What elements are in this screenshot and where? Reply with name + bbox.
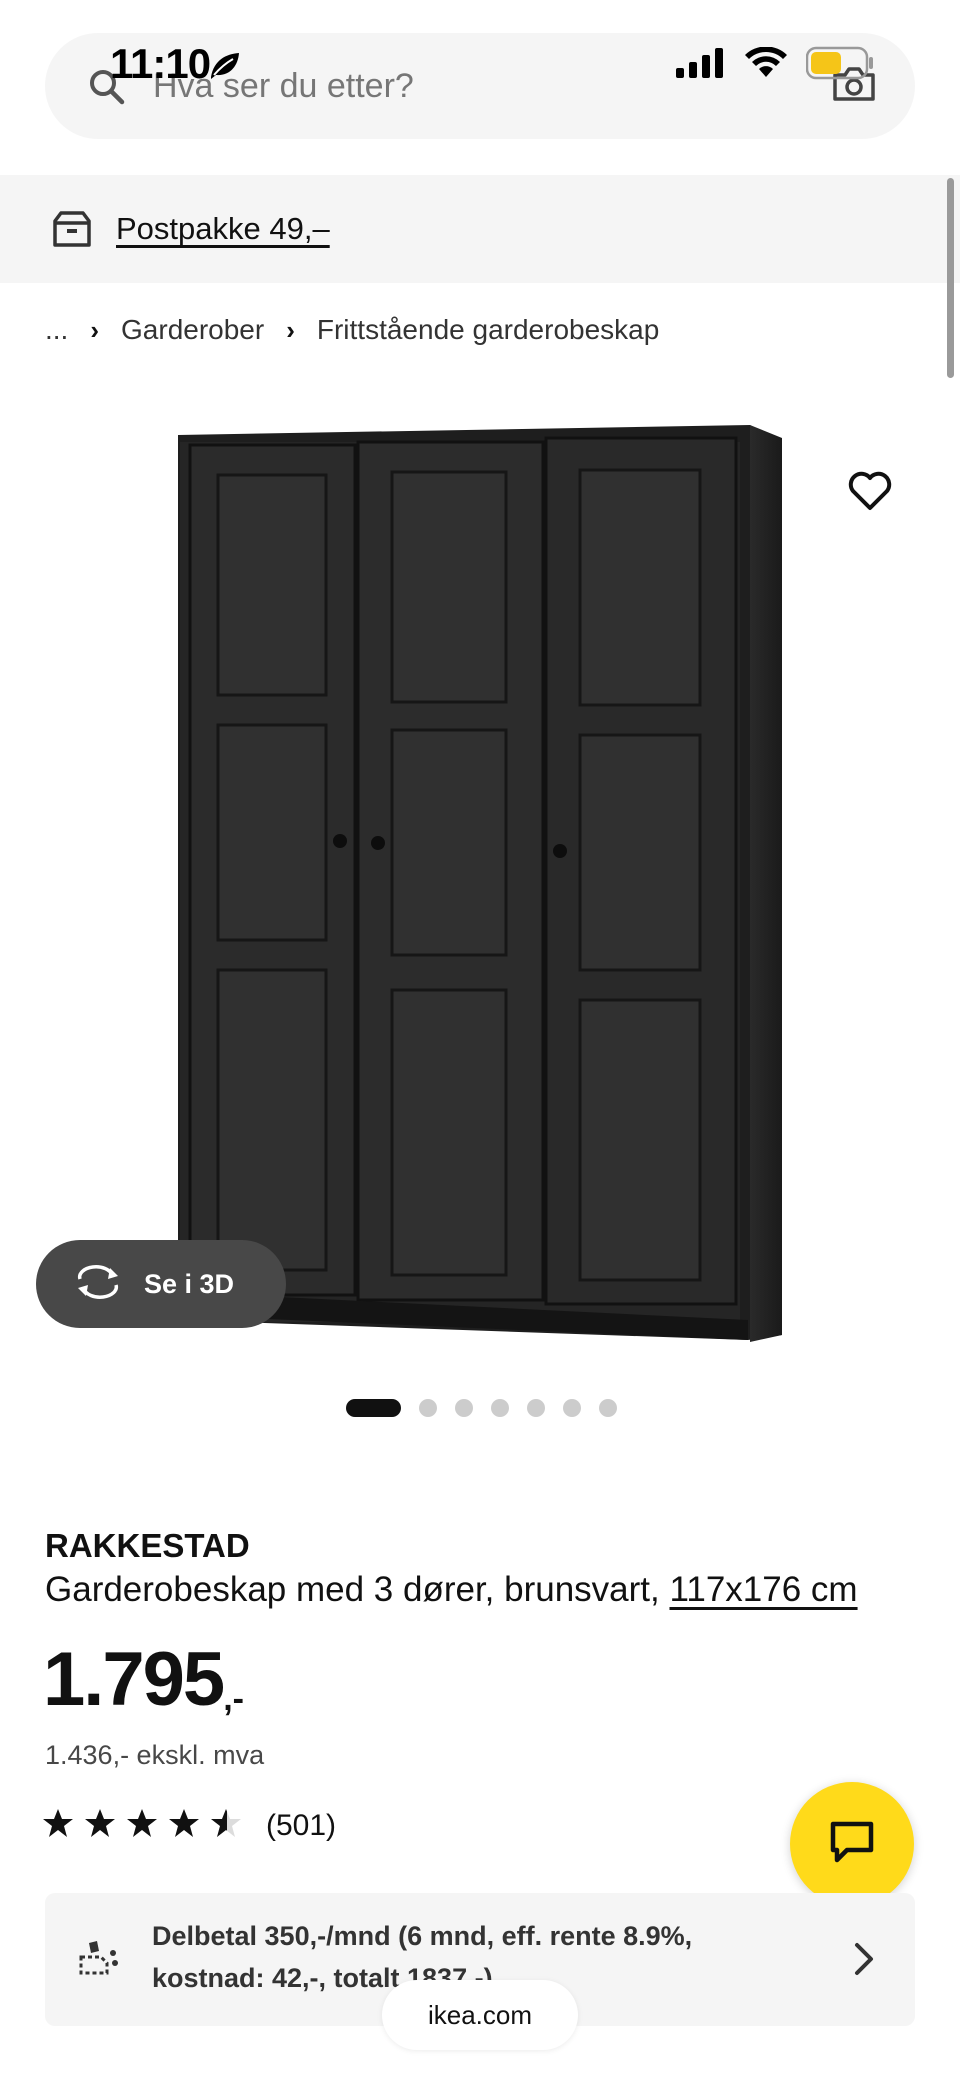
search-icon	[87, 67, 127, 112]
carousel-dot[interactable]	[599, 1399, 617, 1417]
product-price: 1.795 ,-	[43, 1642, 244, 1719]
carousel-dot[interactable]	[419, 1399, 437, 1417]
price-main: 1.795	[43, 1637, 225, 1722]
rotate-icon	[74, 1264, 122, 1304]
heart-icon	[848, 471, 892, 516]
star-icon	[126, 1808, 158, 1843]
carousel-dot[interactable]	[455, 1399, 473, 1417]
breadcrumb-item-frittstaende[interactable]: Frittstående garderobeskap	[317, 314, 659, 346]
chat-icon	[829, 1820, 875, 1869]
view-3d-button[interactable]: Se i 3D	[36, 1240, 286, 1328]
rating-stars	[42, 1808, 242, 1843]
product-description-text: Garderobeskap med 3 dører, brunsvart,	[45, 1570, 660, 1609]
review-count[interactable]: (501)	[266, 1809, 336, 1843]
search-bar[interactable]	[45, 33, 915, 139]
search-input[interactable]	[153, 59, 753, 113]
product-description: Garderobeskap med 3 dører, brunsvart, 11…	[45, 1570, 858, 1610]
price-ex-vat: 1.436,- ekskl. mva	[45, 1740, 265, 1770]
camera-icon[interactable]	[831, 63, 877, 108]
product-rating[interactable]: (501)	[42, 1808, 336, 1843]
carousel-dot-active[interactable]	[346, 1399, 401, 1417]
box-icon	[52, 209, 92, 249]
star-icon	[84, 1808, 116, 1843]
star-icon	[168, 1808, 200, 1843]
shipping-link[interactable]: Postpakke 49,–	[116, 211, 330, 247]
chat-button[interactable]	[790, 1782, 914, 1906]
installment-icon	[75, 1937, 121, 1982]
star-icon	[42, 1808, 74, 1843]
shipping-banner[interactable]: Postpakke 49,–	[0, 175, 960, 283]
breadcrumb: ... › Garderober › Frittstående garderob…	[45, 310, 659, 350]
carousel-dot[interactable]	[563, 1399, 581, 1417]
browser-url-bar[interactable]: ikea.com	[382, 1980, 578, 2050]
carousel-dot[interactable]	[527, 1399, 545, 1417]
installment-line-1: Delbetal 350,-/mnd (6 mnd, eff. rente 8.…	[152, 1921, 693, 1951]
carousel-dots	[346, 1396, 617, 1420]
breadcrumb-ellipsis[interactable]: ...	[45, 314, 68, 346]
chevron-right-icon: ›	[90, 314, 100, 345]
view-3d-label: Se i 3D	[144, 1268, 235, 1299]
page-scrollbar[interactable]	[947, 178, 954, 378]
carousel-dot[interactable]	[491, 1399, 509, 1417]
favorite-button[interactable]	[842, 465, 898, 521]
product-name: RAKKESTAD	[45, 1527, 250, 1564]
product-image[interactable]	[0, 380, 960, 1380]
chevron-right-icon: ›	[286, 314, 295, 345]
breadcrumb-item-garderober[interactable]: Garderober	[121, 314, 264, 346]
star-half-icon	[210, 1808, 242, 1843]
price-suffix: ,-	[223, 1680, 244, 1718]
product-size-link[interactable]: 117x176 cm	[669, 1570, 857, 1609]
chevron-right-icon	[853, 1941, 875, 1982]
